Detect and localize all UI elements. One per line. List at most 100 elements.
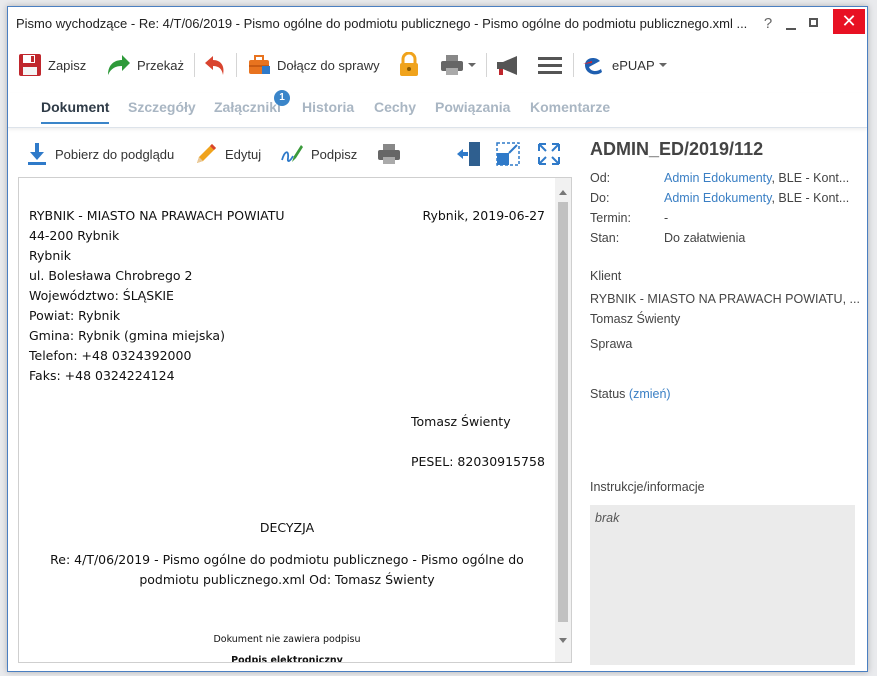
briefcase-icon bbox=[249, 55, 270, 74]
sender-line: Rybnik bbox=[29, 248, 71, 263]
download-label: Pobierz do podglądu bbox=[55, 146, 175, 162]
sign-button[interactable]: Podpisz bbox=[280, 141, 357, 167]
toolbar-separator bbox=[194, 53, 195, 77]
epuap-label: ePUAP bbox=[612, 57, 655, 73]
download-preview-button[interactable]: Pobierz do podglądu bbox=[26, 141, 174, 167]
place-date: Rybnik, 2019-06-27 bbox=[422, 208, 545, 223]
document-preview[interactable]: RYBNIK - MIASTO NA PRAWACH POWIATU 44-20… bbox=[18, 177, 572, 663]
from-link[interactable]: Admin Edokumenty bbox=[664, 171, 771, 185]
forward-label: Przekaż bbox=[137, 57, 184, 73]
save-button[interactable]: Zapisz bbox=[18, 49, 86, 81]
attach-label: Dołącz do sprawy bbox=[277, 57, 380, 73]
undo-button[interactable] bbox=[204, 49, 226, 81]
attachments-count-badge: 1 bbox=[274, 90, 290, 106]
padlock-icon bbox=[400, 52, 418, 76]
tab-powiazania[interactable]: Powiązania bbox=[435, 99, 510, 122]
sender-line: ul. Bolesława Chrobrego 2 bbox=[29, 268, 193, 283]
deadline-value: - bbox=[664, 211, 669, 225]
forward-button[interactable]: Przekaż bbox=[105, 49, 184, 81]
forward-arrow-icon bbox=[108, 55, 130, 75]
status-change-link[interactable]: (zmień) bbox=[629, 387, 671, 401]
lock-button[interactable] bbox=[398, 49, 420, 81]
announce-button[interactable] bbox=[495, 49, 521, 81]
epuap-button[interactable]: ePUAP bbox=[582, 49, 669, 81]
attach-to-case-button[interactable]: Dołącz do sprawy bbox=[247, 49, 380, 81]
sign-label: Podpisz bbox=[311, 146, 358, 162]
tab-dokument[interactable]: Dokument bbox=[41, 99, 110, 124]
fullscreen-button[interactable] bbox=[537, 141, 561, 167]
fullscreen-expand-icon bbox=[538, 143, 560, 165]
title-bar: Pismo wychodzące - Re: 4/T/06/2019 - Pis… bbox=[8, 7, 867, 41]
save-label: Zapisz bbox=[48, 57, 87, 73]
print-menu-button[interactable] bbox=[439, 49, 477, 81]
client-person-link[interactable]: Tomasz Świenty bbox=[590, 312, 680, 326]
from-label: Od: bbox=[590, 171, 611, 185]
preview-scrollbar[interactable] bbox=[555, 178, 571, 662]
state-label: Stan: bbox=[590, 231, 620, 245]
details-panel: ADMIN_ED/2019/112 Od: Admin Edokumenty, … bbox=[590, 135, 860, 665]
megaphone-icon bbox=[497, 56, 517, 75]
instructions-value: brak bbox=[595, 511, 620, 525]
main-toolbar: Zapisz Przekaż Dołącz do sprawy ePUAP bbox=[8, 45, 867, 85]
panel-collapse-icon bbox=[457, 142, 480, 166]
case-label: Sprawa bbox=[590, 337, 633, 351]
document-window: Pismo wychodzące - Re: 4/T/06/2019 - Pis… bbox=[7, 6, 868, 672]
no-signature-note: Dokument nie zawiera podpisu bbox=[213, 634, 361, 645]
instructions-box[interactable]: brak bbox=[590, 505, 855, 665]
help-button[interactable]: ? bbox=[760, 13, 776, 35]
document-actions-bar: Pobierz do podglądu Edytuj Podpisz bbox=[8, 135, 578, 171]
subject-line: podmiotu publicznego.xml Od: Tomasz Świe… bbox=[139, 572, 435, 587]
sender-line: Telefon: +48 0324392000 bbox=[29, 348, 192, 363]
window-title: Pismo wychodzące - Re: 4/T/06/2019 - Pis… bbox=[16, 16, 748, 31]
sender-line: Gmina: Rybnik (gmina miejska) bbox=[29, 328, 225, 343]
recipient-name: Tomasz Świenty bbox=[411, 414, 511, 429]
tab-historia[interactable]: Historia bbox=[302, 99, 354, 122]
case-number: ADMIN_ED/2019/112 bbox=[590, 139, 764, 159]
printer-icon bbox=[378, 144, 400, 164]
to-rest: , BLE - Kont... bbox=[771, 191, 850, 205]
subject-line: Re: 4/T/06/2019 - Pismo ogólne do podmio… bbox=[50, 552, 524, 567]
document-page: RYBNIK - MIASTO NA PRAWACH POWIATU 44-20… bbox=[19, 178, 555, 662]
to-value: Admin Edokumenty, BLE - Kont... bbox=[664, 191, 854, 205]
toolbar-separator bbox=[486, 53, 487, 77]
tab-komentarze[interactable]: Komentarze bbox=[530, 99, 610, 122]
chevron-down-icon bbox=[468, 63, 476, 67]
minimize-button[interactable] bbox=[783, 13, 799, 35]
scroll-up-arrow-icon[interactable] bbox=[559, 190, 567, 195]
tab-zalaczniki[interactable]: Załączniki bbox=[214, 99, 281, 122]
state-value: Do załatwienia bbox=[664, 231, 746, 245]
client-label: Klient bbox=[590, 269, 622, 283]
fit-page-button[interactable] bbox=[495, 141, 521, 167]
document-heading: DECYZJA bbox=[259, 520, 315, 535]
edit-label: Edytuj bbox=[225, 146, 262, 162]
fit-page-icon bbox=[496, 142, 520, 166]
print-button[interactable] bbox=[376, 141, 402, 167]
sender-line: Województwo: ŚLĄSKIE bbox=[29, 288, 174, 303]
tab-szczegoly[interactable]: Szczegóły bbox=[128, 99, 196, 122]
to-link[interactable]: Admin Edokumenty bbox=[664, 191, 771, 205]
tab-cechy[interactable]: Cechy bbox=[374, 99, 416, 122]
tab-bar: Dokument Szczegóły Załączniki Historia C… bbox=[8, 93, 867, 128]
close-button[interactable]: ✕ bbox=[833, 9, 865, 34]
scroll-thumb[interactable] bbox=[558, 202, 568, 622]
cut-off-text: Podpis elektroniczny bbox=[231, 655, 343, 663]
hamburger-menu-icon bbox=[538, 57, 562, 74]
undo-arrow-icon bbox=[205, 56, 224, 75]
download-icon bbox=[28, 143, 46, 165]
maximize-button[interactable] bbox=[806, 13, 822, 35]
collapse-panel-button[interactable] bbox=[455, 141, 481, 167]
sender-line: RYBNIK - MIASTO NA PRAWACH POWIATU bbox=[29, 208, 285, 223]
signature-pen-icon bbox=[281, 145, 303, 162]
status-label: Status bbox=[590, 387, 626, 401]
pencil-icon bbox=[197, 144, 216, 163]
epuap-logo-icon bbox=[583, 57, 602, 75]
sender-line: Powiat: Rybnik bbox=[29, 308, 121, 323]
hamburger-menu-button[interactable] bbox=[537, 49, 563, 81]
from-value: Admin Edokumenty, BLE - Kont... bbox=[664, 171, 854, 185]
client-organization-link[interactable]: RYBNIK - MIASTO NA PRAWACH POWIATU, ... bbox=[590, 292, 860, 306]
floppy-disk-icon bbox=[19, 54, 41, 76]
scroll-down-arrow-icon[interactable] bbox=[559, 638, 567, 643]
printer-icon bbox=[441, 55, 463, 75]
edit-button[interactable]: Edytuj bbox=[194, 141, 261, 167]
recipient-pesel: PESEL: 82030915758 bbox=[411, 454, 545, 469]
